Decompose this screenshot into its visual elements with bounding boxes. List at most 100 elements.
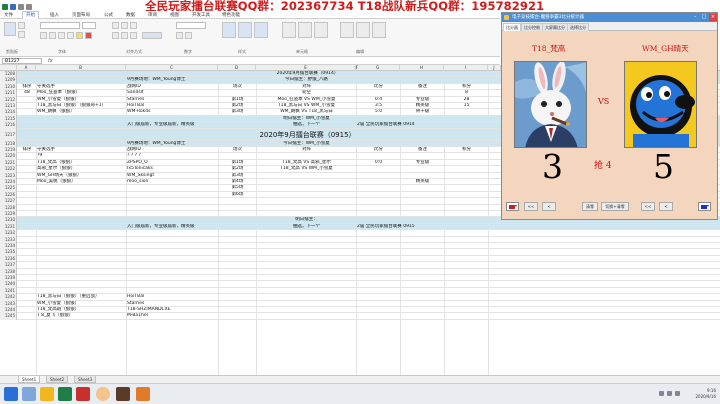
format-cells-button[interactable] bbox=[314, 22, 328, 38]
tab-score-control[interactable]: 比分控制 bbox=[521, 23, 543, 31]
right-score-decrease-button[interactable]: < bbox=[659, 202, 673, 211]
copy-button[interactable] bbox=[18, 31, 25, 38]
cell-c[interactable]: T18-SHZIMANDCXE bbox=[127, 307, 218, 313]
cell-e[interactable]: WM_朗枫 VS T18_黑与白 bbox=[257, 109, 356, 115]
face-app-icon[interactable] bbox=[96, 387, 110, 401]
start-icon[interactable] bbox=[4, 387, 18, 401]
cell-e[interactable]: Moo_狂盗本 VS WM_小雪夏 bbox=[257, 97, 356, 103]
cell-i[interactable]: 积分 bbox=[445, 84, 488, 90]
cell-e[interactable]: T18_黑与白 VS WM_小雪夏 bbox=[257, 103, 356, 109]
cell-a[interactable]: 排序 bbox=[18, 84, 36, 90]
cell-g[interactable]: 2届 全民玩家擂台联赛 0914 bbox=[357, 122, 487, 128]
insert-cells-button[interactable] bbox=[282, 22, 296, 38]
tab-view[interactable]: 视图 bbox=[170, 12, 179, 18]
cell-d[interactable]: 第3场 bbox=[219, 173, 256, 179]
cell-c[interactable]: WM_Sksingt bbox=[127, 173, 218, 179]
cell-b[interactable]: 守关选手 bbox=[37, 84, 126, 90]
merge-center-button[interactable] bbox=[142, 32, 162, 39]
cell-c[interactable]: Starries bbox=[127, 97, 218, 103]
fill-color-button[interactable] bbox=[76, 32, 83, 39]
cell-b[interactable]: 守关选手 bbox=[37, 147, 126, 153]
cell-e[interactable]: 对阵 bbox=[257, 147, 356, 153]
scoreboard-app-icon[interactable] bbox=[136, 387, 150, 401]
cut-button[interactable] bbox=[18, 22, 25, 29]
cell-e[interactable]: T18_梵高 VS 高邪_星尔 bbox=[257, 160, 356, 166]
cell-b[interactable]: WM_朗枫（狼狼） bbox=[37, 109, 126, 115]
maximize-icon[interactable]: □ bbox=[700, 14, 708, 21]
tab-formulas[interactable]: 公式 bbox=[104, 12, 113, 18]
cell-c[interactable]: HoiTBal bbox=[127, 103, 218, 109]
network-icon[interactable] bbox=[659, 391, 664, 396]
cell-c[interactable]: 9月赛场地：WM_Young博士 bbox=[127, 77, 255, 83]
cell-g[interactable]: 比分 bbox=[357, 147, 400, 153]
cell-c[interactable]: HoiTBal bbox=[127, 294, 218, 300]
font-size-select[interactable] bbox=[82, 22, 96, 29]
cell-b[interactable]: WM_小雪夏（狼狼） bbox=[37, 301, 126, 307]
cell-c[interactable]: ZPSPO_O bbox=[127, 160, 218, 166]
cell-b[interactable]: T18_黑与白（狼狼）（重启战） bbox=[37, 294, 126, 300]
tab-select-score[interactable]: 选择比分 bbox=[567, 23, 589, 31]
cell-c[interactable]: ? ? ? ? bbox=[127, 153, 218, 159]
cell-h[interactable]: 专业级 bbox=[401, 97, 444, 103]
cell-c[interactable]: WM-Rok4s bbox=[127, 109, 218, 115]
tab-insert[interactable]: 插入 bbox=[50, 12, 59, 18]
cell-styles-button[interactable] bbox=[254, 22, 268, 38]
table-row[interactable]: 1245 T 8_夏飞（狼狼） M-Ba1hel bbox=[0, 313, 720, 320]
cell-c[interactable]: Sandslf bbox=[127, 90, 218, 96]
right-score-decrease-fast-button[interactable]: << bbox=[641, 202, 655, 211]
tab-big-screen[interactable]: 大屏幕比分 bbox=[542, 23, 568, 31]
border-button[interactable] bbox=[67, 32, 74, 39]
cell-i[interactable]: 积分 bbox=[445, 147, 488, 153]
browser-icon[interactable] bbox=[76, 387, 90, 401]
cell-c[interactable]: M-Ba1hel bbox=[127, 313, 218, 319]
cell-e[interactable]: 今日擂主：WM_小雪夏 bbox=[257, 141, 356, 147]
cell-g[interactable]: 2届 全民玩家擂台联赛 0915 bbox=[357, 224, 487, 230]
tab-page-layout[interactable]: 页面布局 bbox=[72, 12, 90, 18]
cell-d[interactable]: 第3场 bbox=[219, 109, 256, 115]
cell-e[interactable]: 抽选，下一个 bbox=[257, 224, 356, 230]
underline-button[interactable] bbox=[58, 32, 65, 39]
undo-icon[interactable] bbox=[18, 4, 24, 10]
cell-d[interactable]: 第2场 bbox=[219, 166, 256, 172]
cell-h[interactable]: 备注 bbox=[401, 84, 444, 90]
cell-d[interactable]: 第5场 bbox=[219, 185, 256, 191]
sort-filter-button[interactable] bbox=[356, 22, 370, 38]
close-icon[interactable]: × bbox=[709, 14, 717, 21]
cell-a[interactable]: 48 bbox=[18, 90, 36, 96]
cell-d[interactable]: 第1场 bbox=[219, 160, 256, 166]
cell-i[interactable]: 15 bbox=[445, 103, 488, 109]
tab-special[interactable]: 特色功能 bbox=[222, 12, 240, 18]
tab-data[interactable]: 数据 bbox=[126, 12, 135, 18]
cell-d[interactable]: 第6场 bbox=[219, 192, 256, 198]
cell-c[interactable]: moo_sion bbox=[127, 179, 218, 185]
ime-icon[interactable] bbox=[675, 391, 680, 396]
cell-e[interactable]: 明日擂主： bbox=[257, 217, 356, 223]
row-number[interactable]: 1245 bbox=[0, 313, 17, 320]
cell-d[interactable]: 第1场 bbox=[219, 97, 256, 103]
swap-reset-button[interactable]: 切换+清零 bbox=[601, 202, 629, 211]
tab-review[interactable]: 审阅 bbox=[148, 12, 157, 18]
cell-b[interactable]: WM_GH晴天（狼狼） bbox=[37, 173, 126, 179]
cell-b[interactable]: 高邪_星尔（狼狼） bbox=[37, 166, 126, 172]
search-icon[interactable] bbox=[22, 387, 36, 401]
cell-e[interactable]: 轮空 bbox=[257, 90, 356, 96]
cell-h[interactable]: 精英级 bbox=[401, 103, 444, 109]
redo-icon[interactable] bbox=[26, 4, 32, 10]
cell-d[interactable]: 第4场 bbox=[219, 179, 256, 185]
sheet-tab-1[interactable]: Sheet1 bbox=[18, 376, 41, 383]
tab-file[interactable]: 文件 bbox=[4, 12, 13, 18]
comma-button[interactable] bbox=[185, 32, 192, 39]
left-color-picker[interactable] bbox=[506, 202, 519, 211]
cell-h[interactable]: 备注 bbox=[401, 147, 444, 153]
number-format-select[interactable] bbox=[176, 22, 206, 29]
cell-c[interactable]: 9月赛场地：WM_Young博士 bbox=[127, 141, 255, 147]
cell-c[interactable]: 入门级届新，专业级届新，精英级 bbox=[127, 224, 255, 230]
cell-c[interactable]: 战网ID bbox=[127, 84, 218, 90]
cell-b[interactable]: T 8_夏飞（狼狼） bbox=[37, 313, 126, 319]
cell-b[interactable]: T18_梵高（狼狼） bbox=[37, 160, 126, 166]
font-family-select[interactable] bbox=[40, 22, 80, 29]
warcraft-icon[interactable] bbox=[116, 387, 130, 401]
font-color-button[interactable] bbox=[85, 32, 92, 39]
cell-b[interactable]: WM_小雪夏（狼狼） bbox=[37, 97, 126, 103]
cell-d[interactable]: 场次 bbox=[219, 147, 256, 153]
